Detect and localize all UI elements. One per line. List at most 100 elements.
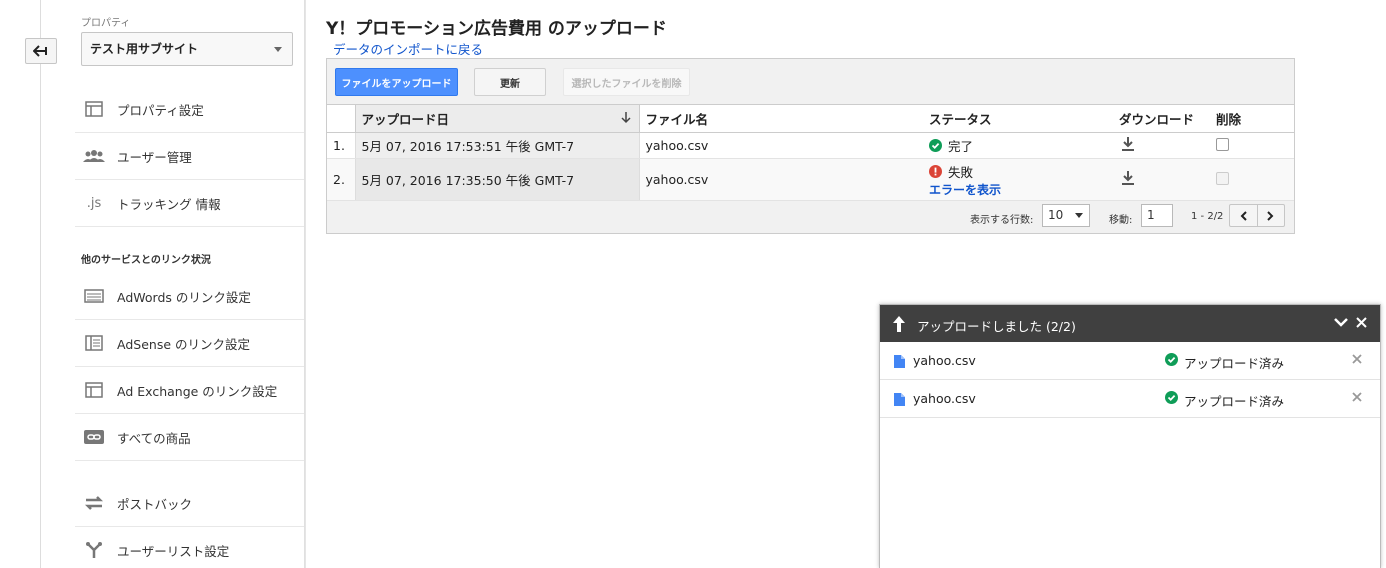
page-range: 1 - 2/2	[1191, 211, 1224, 222]
close-icon[interactable]	[1356, 317, 1367, 328]
sort-down-arrow-icon	[620, 112, 631, 124]
chevron-down-icon	[274, 47, 282, 52]
download-icon[interactable]	[1121, 170, 1135, 186]
check-circle-icon	[1165, 353, 1178, 366]
dialog-title: アップロードしました (2/2)	[917, 319, 1076, 334]
goto-label: 移動:	[1109, 215, 1133, 226]
delete-checkbox	[1216, 171, 1229, 185]
upload-file-button[interactable]: ファイルをアップロード	[335, 68, 458, 96]
download-cell	[1113, 158, 1210, 201]
column-header-download: ダウンロード	[1113, 104, 1210, 133]
property-select[interactable]: テスト用サブサイト	[81, 32, 293, 66]
back-to-data-import-link[interactable]: データのインポートに戻る	[333, 39, 483, 58]
upload-status: アップロード済み	[1184, 394, 1285, 409]
table-header-row: アップロード日 ファイル名 ステータス ダウンロード 削除	[327, 104, 1294, 133]
link-icon	[83, 428, 105, 446]
dialog-header: アップロードしました (2/2)	[880, 305, 1380, 342]
next-page-button[interactable]	[1258, 205, 1285, 226]
column-header-num	[327, 104, 355, 133]
column-header-delete: 削除	[1210, 104, 1294, 133]
user-list-icon	[83, 541, 105, 559]
upload-arrow-icon	[893, 316, 905, 332]
sidebar-item-property-settings[interactable]: プロパティ設定	[75, 86, 304, 133]
status-text: 完了	[948, 139, 974, 154]
column-header-date[interactable]: アップロード日	[354, 104, 640, 133]
sidebar-item-label: トラッキング 情報	[117, 196, 221, 212]
section-heading-linked-services: 他のサービスとのリンク状況	[81, 255, 211, 266]
file-icon	[894, 393, 905, 406]
file-icon	[894, 355, 905, 368]
back-arrow-icon	[33, 45, 47, 57]
status-text: 失敗	[948, 164, 974, 180]
sidebar-item-user-list-settings[interactable]: ユーザーリスト設定	[75, 527, 304, 568]
chevron-down-icon[interactable]	[1334, 317, 1348, 327]
column-header-status[interactable]: ステータス	[923, 104, 1113, 133]
window-icon	[83, 100, 105, 118]
prev-page-button[interactable]	[1230, 205, 1258, 226]
delete-selected-button[interactable]: 選択したファイルを削除	[563, 68, 690, 96]
js-icon: .js	[86, 195, 102, 211]
sidebar-divider	[305, 0, 306, 568]
sidebar-item-label: Ad Exchange のリンク設定	[117, 383, 278, 399]
postback-icon	[83, 494, 105, 512]
pagination-bar: 表示する行数: 10 移動: 1 1 - 2/2	[327, 202, 1294, 232]
list-item: yahoo.csv アップロード済み	[880, 342, 1380, 380]
sidebar-item-tracking-info[interactable]: .js トラッキング 情報	[75, 180, 304, 227]
sidebar: プロパティ テスト用サブサイト プロパティ設定 ユーザー管理 .js トラッキン…	[75, 0, 305, 568]
close-icon[interactable]	[1352, 354, 1362, 364]
users-icon	[83, 147, 105, 165]
adwords-icon	[83, 287, 105, 305]
delete-checkbox[interactable]	[1216, 137, 1229, 151]
sidebar-item-label: ユーザー管理	[117, 149, 192, 165]
row-number: 1.	[327, 132, 355, 159]
status-cell: 失敗 エラーを表示	[923, 158, 1113, 201]
sidebar-item-adexchange-link[interactable]: Ad Exchange のリンク設定	[75, 367, 304, 414]
uploads-panel: ファイルをアップロード 更新 選択したファイルを削除 アップロード日 ファイル名…	[326, 58, 1295, 234]
chevron-right-icon	[1267, 210, 1274, 221]
rows-per-page-label: 表示する行数:	[970, 215, 1034, 226]
check-circle-icon	[1165, 391, 1178, 404]
download-cell	[1113, 132, 1210, 159]
column-header-file[interactable]: ファイル名	[639, 104, 923, 133]
refresh-button[interactable]: 更新	[474, 68, 546, 96]
row-number: 2.	[327, 158, 355, 201]
close-icon[interactable]	[1352, 392, 1362, 402]
sidebar-item-adsense-link[interactable]: AdSense のリンク設定	[75, 320, 304, 367]
upload-status: アップロード済み	[1184, 356, 1285, 371]
error-circle-icon	[929, 164, 942, 178]
upload-date: 5月 07, 2016 17:53:51 午後 GMT-7	[354, 132, 640, 159]
property-label: プロパティ	[81, 18, 131, 29]
show-errors-link[interactable]: エラーを表示	[929, 181, 1107, 198]
file-name: yahoo.csv	[913, 353, 976, 368]
sidebar-item-label: ポストバック	[117, 496, 193, 512]
adsense-icon	[83, 334, 105, 352]
download-icon[interactable]	[1121, 136, 1135, 152]
sidebar-item-user-management[interactable]: ユーザー管理	[75, 133, 304, 180]
sidebar-item-label: ユーザーリスト設定	[117, 543, 230, 559]
toolbar: ファイルをアップロード 更新 選択したファイルを削除	[327, 59, 1294, 104]
sidebar-item-all-products[interactable]: すべての商品	[75, 414, 304, 461]
page-title: Y！プロモーション広告費用 のアップロード	[326, 19, 667, 39]
rows-per-page-select[interactable]: 10	[1042, 204, 1090, 227]
chevron-left-icon	[1240, 210, 1247, 221]
file-name: yahoo.csv	[639, 158, 923, 201]
page-nav-buttons	[1229, 204, 1285, 227]
back-button[interactable]	[25, 38, 57, 64]
delete-cell	[1210, 132, 1294, 159]
upload-date: 5月 07, 2016 17:35:50 午後 GMT-7	[354, 158, 640, 201]
left-rail-line	[40, 0, 41, 568]
goto-page-input[interactable]: 1	[1141, 204, 1173, 227]
column-header-label: アップロード日	[361, 112, 450, 127]
property-select-value: テスト用サブサイト	[90, 42, 199, 56]
sidebar-item-label: すべての商品	[117, 430, 191, 446]
sidebar-item-adwords-link[interactable]: AdWords のリンク設定	[75, 273, 304, 320]
table-row: 2. 5月 07, 2016 17:35:50 午後 GMT-7 yahoo.c…	[327, 158, 1294, 201]
list-item: yahoo.csv アップロード済み	[880, 380, 1380, 418]
chevron-down-icon	[1075, 213, 1083, 218]
adexchange-icon	[83, 381, 105, 399]
sidebar-item-label: プロパティ設定	[117, 102, 204, 118]
file-name: yahoo.csv	[639, 132, 923, 159]
status-cell: 完了	[923, 132, 1113, 159]
sidebar-item-postback[interactable]: ポストバック	[75, 480, 304, 527]
delete-cell	[1210, 158, 1294, 201]
